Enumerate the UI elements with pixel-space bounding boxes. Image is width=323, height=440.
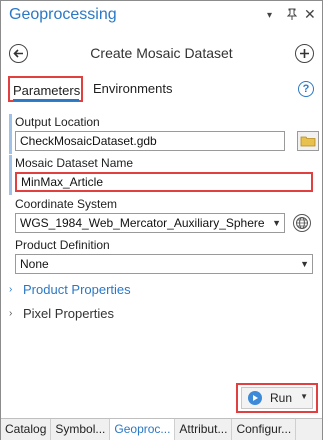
tab-catalog[interactable]: Catalog (1, 419, 52, 440)
mosaic-name-input[interactable]: MinMax_Article (15, 172, 313, 192)
chevron-right-icon: › (9, 308, 13, 319)
browse-folder-button[interactable] (297, 131, 319, 151)
geoprocessing-pane: Geoprocessing ▾ ✕ Create Mosaic Dataset … (0, 0, 323, 440)
close-icon[interactable]: ✕ (304, 6, 316, 23)
globe-icon[interactable] (293, 214, 311, 232)
section-pixel-properties[interactable]: › Pixel Properties (9, 306, 114, 321)
run-highlight: Run ▼ (236, 383, 318, 413)
tool-tabs: Parameters Environments ? (1, 75, 322, 105)
tab-environments[interactable]: Environments (93, 81, 172, 96)
folder-icon (300, 136, 316, 147)
param-mosaic-dataset-name: Mosaic Dataset Name MinMax_Article (15, 156, 315, 192)
section-product-properties-label: Product Properties (23, 282, 131, 297)
param-coordinate-system: Coordinate System WGS_1984_Web_Mercator_… (15, 197, 315, 233)
tab-geoprocessing[interactable]: Geoproc... (110, 419, 176, 440)
tool-title: Create Mosaic Dataset (90, 45, 233, 61)
help-icon[interactable]: ? (298, 81, 314, 97)
mosaic-name-label: Mosaic Dataset Name (15, 156, 134, 170)
required-indicator (9, 155, 12, 195)
tab-parameters-label: Parameters (13, 83, 81, 98)
chevron-right-icon: › (9, 284, 13, 295)
tab-attributes[interactable]: Attribut... (175, 419, 233, 440)
output-location-value: CheckMosaicDataset.gdb (20, 134, 157, 148)
add-icon[interactable] (295, 44, 314, 63)
mosaic-name-value: MinMax_Article (21, 175, 104, 189)
chevron-down-icon: ▼ (300, 259, 309, 269)
required-indicator (9, 114, 12, 154)
output-location-label: Output Location (15, 115, 100, 129)
pin-icon[interactable] (286, 8, 298, 23)
chevron-down-icon: ▼ (272, 218, 281, 228)
param-product-definition: Product Definition None ▼ (15, 238, 315, 274)
pane-title: Geoprocessing (9, 6, 117, 23)
play-icon (248, 391, 262, 405)
output-location-input[interactable]: CheckMosaicDataset.gdb (15, 131, 285, 151)
coord-system-value: WGS_1984_Web_Mercator_Auxiliary_Sphere (20, 216, 265, 230)
section-pixel-properties-label: Pixel Properties (23, 306, 115, 321)
product-def-value: None (20, 257, 49, 271)
product-def-select[interactable]: None ▼ (15, 254, 313, 274)
coord-system-select[interactable]: WGS_1984_Web_Mercator_Auxiliary_Sphere ▼ (15, 213, 285, 233)
section-product-properties[interactable]: › Product Properties (9, 282, 131, 297)
run-label: Run (270, 391, 293, 405)
bottom-tabs: Catalog Symbol... Geoproc... Attribut...… (1, 418, 322, 440)
tab-parameters[interactable]: Parameters (8, 76, 83, 102)
tab-configure[interactable]: Configur... (232, 419, 297, 440)
param-output-location: Output Location CheckMosaicDataset.gdb (15, 115, 319, 151)
tool-header: Create Mosaic Dataset (1, 39, 322, 69)
product-def-label: Product Definition (15, 238, 110, 252)
tab-symbology[interactable]: Symbol... (51, 419, 111, 440)
active-tab-indicator (13, 99, 79, 101)
chevron-down-icon[interactable]: ▼ (300, 392, 308, 401)
run-button[interactable]: Run ▼ (241, 387, 313, 409)
pane-menu-button[interactable]: ▾ (267, 10, 272, 21)
coord-system-label: Coordinate System (15, 197, 118, 211)
pane-titlebar: Geoprocessing ▾ ✕ (1, 1, 322, 33)
